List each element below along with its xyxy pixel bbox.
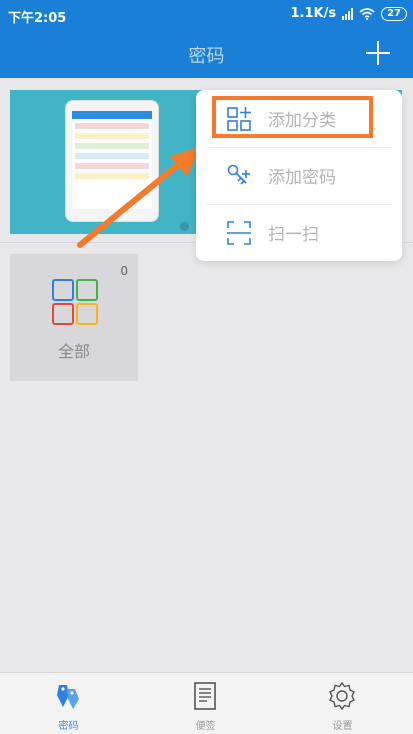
- category-label: 全部: [57, 342, 90, 361]
- status-time: 下午2:05: [8, 11, 67, 26]
- page-title: 密码: [188, 46, 225, 67]
- wifi-icon: [359, 7, 375, 20]
- signal-icon: [342, 7, 354, 20]
- menu-item-label: 扫一扫: [268, 225, 319, 245]
- scan-icon: [227, 221, 251, 245]
- tab-label: 便签: [195, 721, 216, 732]
- carousel-dot[interactable]: [180, 222, 189, 231]
- tab-label: 设置: [332, 721, 353, 732]
- menu-item-scan[interactable]: 扫一扫: [196, 204, 402, 261]
- status-bar: 下午2:05 1.1K/s 27: [0, 0, 413, 30]
- plus-icon[interactable]: [363, 38, 393, 68]
- gear-icon: [329, 681, 355, 711]
- key-plus-icon: [227, 164, 250, 185]
- tab-settings[interactable]: 设置: [274, 673, 411, 734]
- highlight-box: [212, 96, 373, 138]
- tab-label: 密码: [58, 721, 79, 732]
- keys-icon: [57, 685, 79, 709]
- category-count: 0: [120, 264, 128, 278]
- category-tile-all[interactable]: 0 全部: [10, 254, 138, 381]
- add-menu: 添加分类 添加密码 扫一扫: [196, 90, 402, 261]
- category-grid-icon: [52, 279, 98, 325]
- tab-notes[interactable]: 便签: [137, 673, 274, 734]
- menu-item-add-category[interactable]: 添加分类: [196, 90, 402, 147]
- menu-item-add-password[interactable]: 添加密码: [196, 147, 402, 204]
- status-indicators: 1.1K/s 27: [290, 6, 407, 21]
- note-icon: [194, 682, 216, 710]
- app-bar: 密码: [0, 30, 413, 78]
- tab-passwords[interactable]: 密码: [0, 673, 137, 734]
- tablet-illustration: [65, 100, 159, 222]
- battery-indicator: 27: [381, 6, 407, 21]
- net-speed: 1.1K/s: [290, 6, 337, 21]
- bottom-tab-bar: 密码 便签 设置: [0, 672, 413, 734]
- menu-item-label: 添加密码: [268, 168, 336, 188]
